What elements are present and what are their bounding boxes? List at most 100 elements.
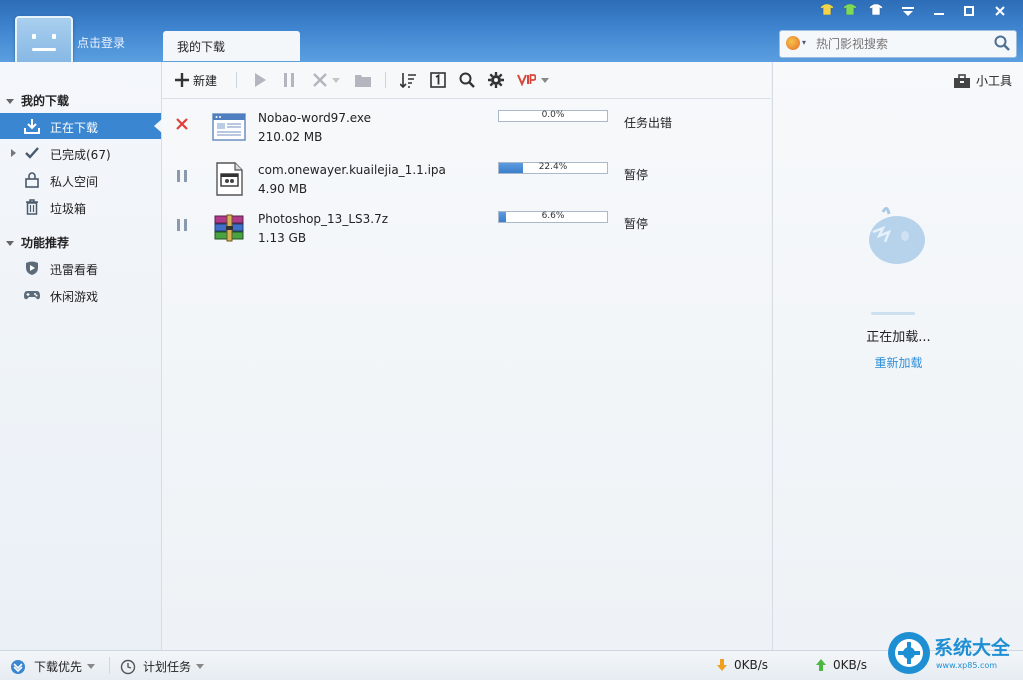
file-size: 1.13 GB [258,231,307,245]
download-row[interactable]: Nobao-word97.exe 210.02 MB 0.0% 任务出错 [162,104,771,154]
schedule-label: 计划任务 [143,660,192,674]
arrow-up-icon [816,659,826,671]
pause-button[interactable] [283,71,295,89]
sidebar-item-label: 休闲游戏 [50,290,99,304]
toolbar-divider [385,72,386,88]
menu-icon[interactable] [897,2,919,20]
mascot-shadow [871,312,915,315]
minimize-icon[interactable] [928,2,950,20]
chevron-down-icon [6,99,14,104]
download-priority-button[interactable]: 下载优先 [10,658,96,675]
tools-button[interactable]: 小工具 [953,72,1012,89]
sidebar-item-xunlei-kankan[interactable]: 迅雷看看 [0,255,161,281]
new-task-label: 新建 [193,73,218,88]
watermark-url: www.xp85.com [936,661,998,670]
maximize-icon[interactable] [958,2,980,20]
download-speed-value: 0KB/s [734,658,769,672]
avatar-mouth [32,48,56,51]
sidebar-item-private-space[interactable]: 私人空间 [0,167,161,193]
upload-speed-value: 0KB/s [833,658,868,672]
pause-icon [284,73,294,87]
sidebar-item-label: 正在下载 [50,121,99,135]
search-input[interactable] [814,34,988,54]
sidebar-item-label: 已完成(67) [50,148,111,162]
skin-icon[interactable] [843,4,857,15]
gear-icon [488,72,504,88]
reload-link[interactable]: 重新加载 [773,354,1023,371]
close-icon[interactable] [989,2,1011,20]
delete-button[interactable] [313,71,340,89]
download-row[interactable]: Photoshop_13_LS3.7z 1.13 GB 6.6% 暂停 [162,205,771,255]
chevron-down-icon [6,241,14,246]
toolbar-divider [236,72,237,88]
tab-my-downloads[interactable]: 我的下载 [163,31,300,61]
status-divider [109,657,110,674]
pause-icon[interactable] [175,168,189,184]
tools-label: 小工具 [975,74,1012,88]
toolbar: 新建 [162,62,771,99]
download-icon [24,119,40,134]
sidebar-item-label: 垃圾箱 [50,202,87,216]
vip-icon [517,74,536,87]
clock-icon [120,659,136,674]
skin-icon[interactable] [869,4,883,15]
delete-icon[interactable] [175,116,189,132]
pause-icon[interactable] [175,217,189,233]
chevron-down-icon [196,664,205,669]
search-box[interactable]: ▾ [779,30,1017,58]
progress-text: 22.4% [538,162,568,172]
priority-icon [11,659,25,674]
chevron-down-icon[interactable]: ▾ [802,38,806,47]
skin-icon[interactable] [820,4,834,15]
avatar-eye [32,34,36,39]
chevron-down-icon[interactable] [541,77,549,83]
open-folder-button[interactable] [355,71,371,89]
check-icon [25,147,39,159]
download-row[interactable]: com.onewayer.kuailejia_1.1.ipa 4.90 MB 2… [162,156,771,206]
search-icon [459,72,475,88]
watermark-brand: 系统大全 [934,637,1011,659]
arrow-down-icon [717,659,727,671]
file-size: 4.90 MB [258,182,308,196]
section-label: 功能推荐 [21,236,70,250]
scheduled-tasks-button[interactable]: 计划任务 [120,658,205,675]
lock-icon [25,172,39,188]
file-name: com.onewayer.kuailejia_1.1.ipa [258,163,446,177]
play-shield-icon [26,261,38,275]
toolbox-icon [953,73,970,88]
task-status: 暂停 [624,217,649,231]
sidebar-item-trash[interactable]: 垃圾箱 [0,194,161,220]
chevron-down-icon [87,664,96,669]
sidebar-section-features[interactable]: 功能推荐 [6,234,69,251]
login-link[interactable]: 点击登录 [77,34,125,51]
sort-button[interactable] [400,71,416,89]
search-engine-icon[interactable] [786,36,800,50]
download-speed: 0KB/s [716,658,768,672]
vip-button[interactable] [516,71,549,89]
start-button[interactable] [254,71,266,89]
mascot-icon [869,207,925,264]
search-icon[interactable] [994,35,1010,51]
new-task-button[interactable]: 新建 [175,71,217,89]
upload-speed: 0KB/s [815,658,867,672]
archive-file-icon [214,214,244,242]
folder-icon [355,75,371,87]
settings-button[interactable] [488,71,504,89]
loading-text: 正在加载... [866,330,931,345]
limit-one-button[interactable] [430,71,446,89]
active-pointer [154,119,162,133]
trash-icon [26,199,38,215]
progress-bar: 0.0% [498,110,608,122]
chevron-down-icon[interactable] [332,77,340,83]
watermark-logo-icon [888,632,930,674]
sidebar-item-completed[interactable]: 已完成(67) [0,140,161,166]
chevron-right-icon[interactable] [11,149,16,157]
search-task-button[interactable] [459,71,475,89]
sidebar-item-downloading[interactable]: 正在下载 [0,113,162,139]
sidebar-item-casual-games[interactable]: 休闲游戏 [0,282,161,308]
progress-text: 6.6% [541,211,565,221]
progress-text: 0.0% [541,110,565,120]
sidebar-section-downloads[interactable]: 我的下载 [6,92,69,109]
priority-label: 下载优先 [34,660,83,674]
plus-icon [175,73,189,87]
